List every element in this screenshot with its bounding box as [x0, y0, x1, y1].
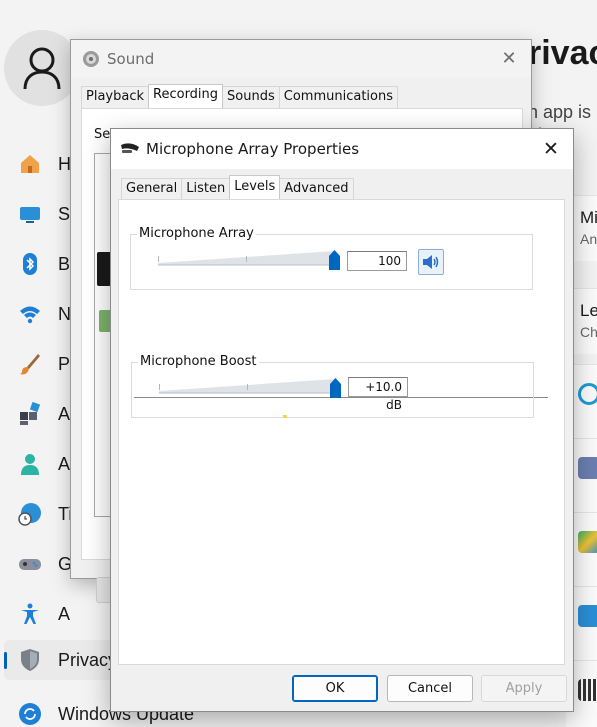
microphone-boost-value[interactable]: +10.0 dB — [348, 377, 408, 412]
sound-dialog-title: Sound — [107, 50, 155, 68]
levels-panel: Microphone Array 100 Microphone Boost +1… — [118, 199, 565, 665]
microphone-array-label: Microphone Array — [137, 226, 256, 241]
microphone-device-icon[interactable] — [97, 252, 111, 286]
camera-app-icon — [578, 457, 597, 479]
slider-tick — [246, 256, 247, 262]
mic-dialog-title: Microphone Array Properties — [146, 140, 360, 158]
accounts-icon — [21, 454, 39, 475]
slider-tick — [159, 384, 160, 390]
app-icon — [578, 383, 597, 405]
microphone-array-slider[interactable] — [158, 247, 340, 271]
personalization-brush-icon — [20, 354, 40, 375]
mic-tabs: General Listen Levels Advanced — [121, 175, 354, 199]
apps-icon — [20, 402, 41, 425]
tab-communications[interactable]: Communications — [278, 86, 399, 108]
contacts-app-icon — [578, 605, 597, 627]
tab-levels[interactable]: Levels — [229, 175, 281, 199]
person-icon — [23, 47, 61, 90]
sound-tabs: Playback Recording Sounds Communications — [81, 84, 399, 108]
bluetooth-icon — [23, 253, 37, 275]
wifi-icon — [20, 306, 40, 324]
tooltip-marker — [283, 415, 287, 418]
speaker-app-icon — [83, 51, 99, 67]
card-title: Le — [580, 301, 597, 320]
home-icon — [21, 155, 39, 173]
app-icon — [578, 679, 597, 701]
tab-sounds[interactable]: Sounds — [222, 86, 280, 108]
mic-titlebar[interactable]: Microphone Array Properties ✕ — [111, 129, 573, 169]
page-subtitle: n app is u — [528, 102, 597, 122]
card-subtitle: Ch — [580, 324, 597, 340]
app-icon — [578, 531, 597, 553]
mic-close-button[interactable]: ✕ — [537, 137, 565, 161]
selected-indicator — [4, 652, 7, 669]
tab-advanced[interactable]: Advanced — [279, 178, 354, 199]
card-subtitle: An — [580, 231, 597, 247]
user-avatar[interactable] — [4, 30, 80, 106]
apply-button[interactable]: Apply — [481, 675, 567, 702]
microphone-boost-slider[interactable] — [159, 375, 341, 399]
nav-label: A — [58, 604, 71, 624]
card-title: Mi — [580, 208, 597, 227]
accessibility-icon — [21, 603, 39, 624]
windows-update-icon — [19, 703, 41, 725]
mute-button[interactable] — [418, 249, 444, 275]
tab-listen[interactable]: Listen — [181, 178, 231, 199]
slider-tick — [158, 256, 159, 262]
page-title: rivac — [528, 34, 597, 72]
microphone-array-value[interactable]: 100 — [347, 251, 407, 271]
system-icon — [20, 207, 40, 223]
slider-tick — [247, 384, 248, 390]
microphone-boost-group: Microphone Boost +10.0 dB — [131, 354, 534, 418]
nav-label: A — [58, 454, 71, 474]
tab-recording[interactable]: Recording — [148, 84, 224, 108]
microphone-app-icon — [121, 143, 139, 153]
tab-playback[interactable]: Playback — [81, 86, 150, 108]
time-language-icon — [18, 503, 41, 526]
nav-label: Privacy — [58, 650, 118, 670]
microphone-array-group: Microphone Array 100 — [130, 226, 533, 290]
speaker-icon — [423, 255, 439, 269]
gaming-icon — [19, 559, 41, 570]
microphone-properties-dialog: Microphone Array Properties ✕ General Li… — [110, 128, 574, 712]
privacy-shield-icon — [21, 649, 39, 671]
cancel-button[interactable]: Cancel — [387, 675, 473, 702]
microphone-boost-label: Microphone Boost — [138, 354, 259, 369]
tab-general[interactable]: General — [121, 178, 183, 199]
sound-titlebar[interactable]: Sound ✕ — [71, 40, 531, 78]
sound-close-button[interactable]: ✕ — [497, 48, 521, 70]
ok-button[interactable]: OK — [292, 675, 378, 702]
nav-label: A — [58, 404, 71, 424]
